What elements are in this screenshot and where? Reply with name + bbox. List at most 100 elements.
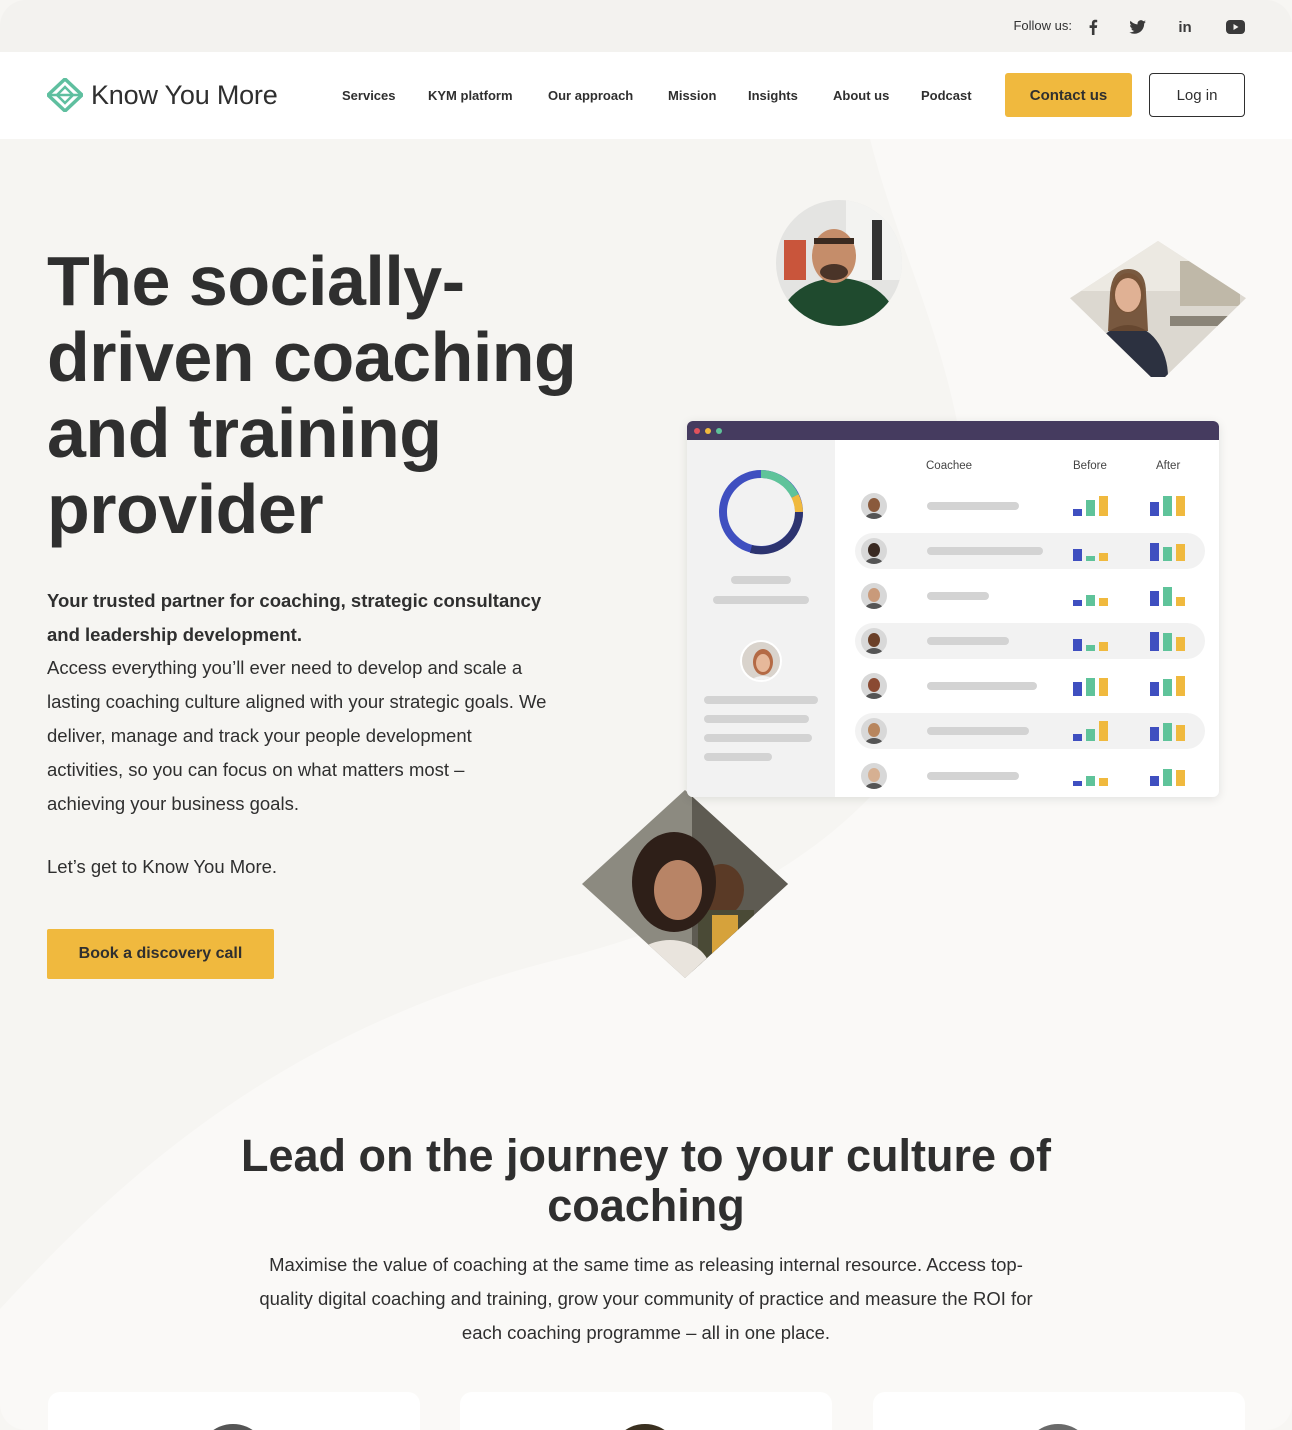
dashboard-mockup: Coachee Before After <box>687 421 1219 797</box>
placeholder-line <box>713 596 809 604</box>
mini-bar <box>1150 727 1159 741</box>
mini-bar <box>1163 633 1172 651</box>
nav-insights[interactable]: Insights <box>748 88 798 103</box>
mini-bar <box>1073 639 1082 651</box>
youtube-icon[interactable] <box>1224 16 1246 38</box>
mini-bar <box>1099 598 1108 606</box>
nav-kym-platform[interactable]: KYM platform <box>428 88 513 103</box>
mini-bar-chart <box>1150 587 1185 606</box>
mini-bar <box>1073 600 1082 606</box>
nav-mission[interactable]: Mission <box>668 88 716 103</box>
feature-card <box>48 1392 420 1430</box>
placeholder-line <box>704 753 772 761</box>
avatar <box>861 673 887 699</box>
mini-bar <box>1073 509 1082 516</box>
book-discovery-call-button[interactable]: Book a discovery call <box>47 929 274 979</box>
mini-bar <box>1086 776 1095 786</box>
mini-bar-chart <box>1073 496 1108 516</box>
twitter-icon[interactable] <box>1126 16 1148 38</box>
log-in-button[interactable]: Log in <box>1149 73 1245 117</box>
nav-our-approach[interactable]: Our approach <box>548 88 633 103</box>
table-row <box>855 533 1205 569</box>
placeholder-line <box>927 727 1029 735</box>
window-minimize-dot <box>705 428 711 434</box>
avatar <box>861 628 887 654</box>
placeholder-line <box>927 637 1009 645</box>
mini-bar <box>1073 734 1082 741</box>
placeholder-line <box>927 547 1043 555</box>
mini-bar <box>1086 678 1095 696</box>
mini-bar-chart <box>1073 776 1108 786</box>
logo[interactable]: Know You More <box>47 78 278 112</box>
mini-bar <box>1150 632 1159 651</box>
mini-bar <box>1163 723 1172 741</box>
table-row <box>855 488 1205 524</box>
mini-bar <box>1073 682 1082 696</box>
column-coachee: Coachee <box>926 460 973 472</box>
placeholder-line <box>704 696 818 704</box>
logo-diamond-icon <box>47 78 83 112</box>
mini-bar <box>1099 496 1108 516</box>
mini-bar-chart <box>1150 676 1185 696</box>
mini-bar-chart <box>1073 678 1108 696</box>
placeholder-line <box>704 715 809 723</box>
mini-bar <box>1099 642 1108 651</box>
mini-bar <box>1099 721 1108 741</box>
nav-about-us[interactable]: About us <box>833 88 889 103</box>
table-row <box>855 578 1205 614</box>
mini-bar <box>1086 500 1095 516</box>
feature-card <box>460 1392 832 1430</box>
follow-us-label: Follow us: <box>1013 18 1072 33</box>
avatar <box>861 763 887 789</box>
section-title: Lead on the journey to your culture of c… <box>240 1130 1052 1231</box>
mini-bar <box>1099 778 1108 786</box>
window-titlebar <box>687 421 1219 440</box>
table-row <box>855 758 1205 794</box>
mini-bar-chart <box>1073 721 1108 741</box>
mini-bar-chart <box>1150 769 1185 786</box>
mini-bar <box>1163 496 1172 516</box>
dashboard-sidebar <box>687 440 835 797</box>
nav-podcast[interactable]: Podcast <box>921 88 972 103</box>
mini-bar <box>1150 591 1159 606</box>
placeholder-line <box>927 772 1019 780</box>
mini-bar <box>1176 637 1185 651</box>
page: Follow us: in Know You More Services KYM… <box>0 0 1292 1430</box>
facebook-icon[interactable] <box>1082 16 1104 38</box>
card-image <box>1023 1424 1093 1430</box>
mini-bar <box>1150 502 1159 516</box>
mini-bar-chart <box>1073 595 1108 606</box>
mini-bar <box>1150 776 1159 786</box>
mini-bar <box>1176 544 1185 561</box>
hero-tagline: Let’s get to Know You More. <box>47 856 278 877</box>
feature-card <box>873 1392 1245 1430</box>
column-after: After <box>1156 460 1181 472</box>
avatar <box>861 718 887 744</box>
avatar <box>740 640 782 682</box>
table-row <box>855 668 1205 704</box>
mini-bar <box>1150 543 1159 561</box>
mini-bar <box>1176 770 1185 786</box>
linkedin-icon[interactable]: in <box>1174 16 1196 38</box>
mini-bar-chart <box>1150 632 1185 651</box>
nav-services[interactable]: Services <box>342 88 396 103</box>
mini-bar <box>1176 597 1185 606</box>
mini-bar-chart <box>1150 723 1185 741</box>
mini-bar <box>1073 781 1082 786</box>
mini-bar <box>1099 553 1108 561</box>
avatar <box>861 493 887 519</box>
contact-us-button[interactable]: Contact us <box>1005 73 1132 117</box>
mini-bar <box>1176 725 1185 741</box>
mini-bar-chart <box>1150 496 1185 516</box>
table-row <box>855 713 1205 749</box>
donut-chart <box>719 470 804 555</box>
window-close-dot <box>694 428 700 434</box>
table-row <box>855 623 1205 659</box>
top-bar: Follow us: in <box>0 0 1292 52</box>
card-image <box>610 1424 680 1430</box>
mini-bar <box>1163 587 1172 606</box>
placeholder-line <box>927 592 989 600</box>
site-header: Know You More Services KYM platform Our … <box>0 52 1292 139</box>
coach-photo-man <box>776 200 902 326</box>
mini-bar <box>1150 682 1159 696</box>
